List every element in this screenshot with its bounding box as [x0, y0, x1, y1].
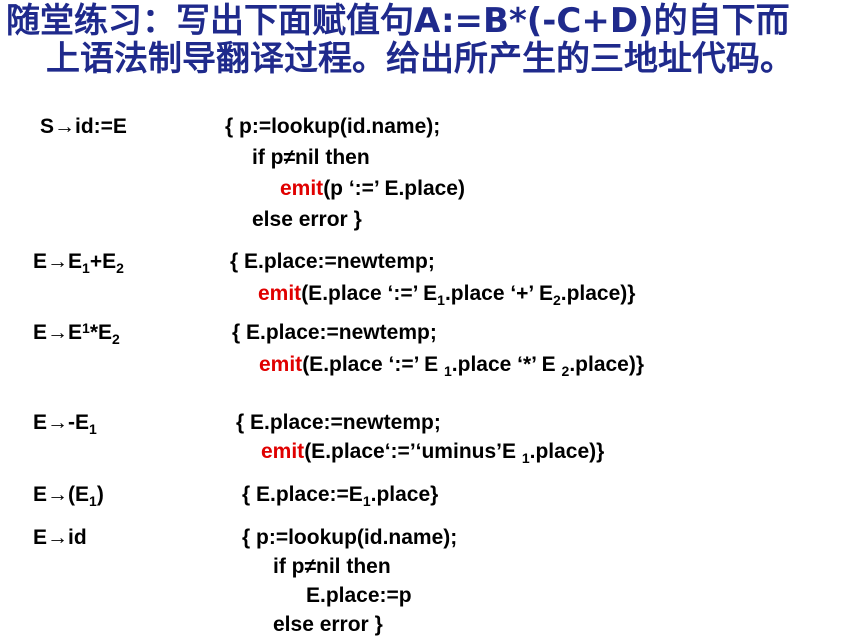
rule6-action-line4: else error } — [273, 613, 383, 636]
title-line-1: 随堂练习：写出下面赋值句A:=B*(-C+D)的自下而 — [6, 1, 790, 41]
rule1-action-line2: if p≠nil then — [252, 146, 370, 169]
rule3-production: E→E1*E2 — [33, 320, 120, 347]
rule4-production: E→-E1 — [33, 411, 97, 437]
rule3-action-line1: { E.place:=newtemp; — [232, 321, 437, 344]
rule6-action-line1: { p:=lookup(id.name); — [242, 526, 458, 549]
rule4-action-line2: emit(E.place‘:=’‘uminus’E 1.place)} — [261, 440, 605, 466]
rule4-action-line1: { E.place:=newtemp; — [236, 411, 441, 434]
rule1-action-line4: else error } — [252, 208, 362, 231]
title-line-2: 上语法制导翻译过程。给出所产生的三地址代码。 — [46, 39, 794, 79]
rule1-action-line1: { p:=lookup(id.name); — [225, 115, 441, 138]
emit-keyword: emit — [261, 440, 305, 463]
rule2-production: E→E1+E2 — [33, 250, 124, 276]
rule6-action-line3: E.place:=p — [306, 584, 412, 607]
rule6-action-line2: if p≠nil then — [273, 555, 391, 578]
rule5-production: E→(E1) — [33, 483, 104, 509]
rule5-action-line1: { E.place:=E1.place} — [242, 483, 439, 509]
emit-keyword: emit — [280, 177, 324, 200]
emit-keyword: emit — [259, 353, 303, 376]
rule1-action-line3: emit(p ‘:=’ E.place) — [280, 177, 465, 200]
rule2-action-line1: { E.place:=newtemp; — [230, 250, 435, 273]
rule3-action-line2: emit(E.place ‘:=’ E 1.place ‘*’ E 2.plac… — [259, 353, 645, 379]
rule2-action-line2: emit(E.place ‘:=’ E1.place ‘+’ E2.place)… — [258, 282, 636, 308]
slide-title: 随堂练习：写出下面赋值句A:=B*(-C+D)的自下而 上语法制导翻译过程。给出… — [6, 2, 850, 78]
rule6-production: E→id — [33, 526, 87, 549]
emit-keyword: emit — [258, 282, 302, 305]
rule1-production: S→id:=E — [40, 115, 127, 138]
